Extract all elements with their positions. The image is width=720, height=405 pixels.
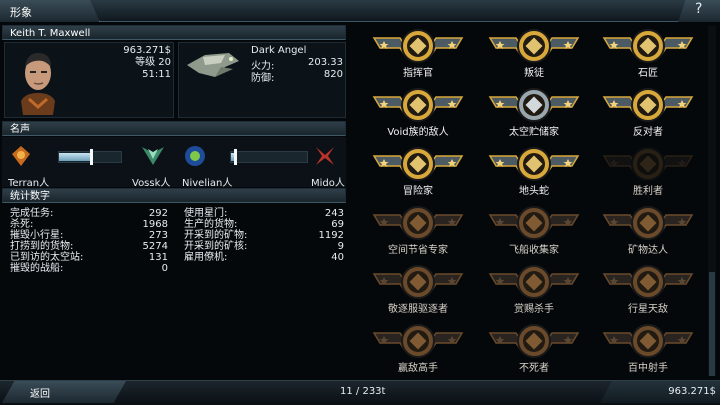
mido-faction-icon	[316, 147, 334, 165]
pilot-panel: 963.271$ 等级 20 51:11	[4, 42, 174, 118]
pilot-credits: 963.271$	[123, 45, 171, 56]
terran-label: Terran人	[8, 178, 50, 189]
pilot-name-header: Keith T. Maxwell	[2, 25, 346, 40]
statistics-panel: 完成任务: 292 杀死: 1968 摧毁小行星: 273 打捞到的货物: 5274 已…	[2, 204, 346, 280]
terran-vossk-reputation-marker	[90, 149, 94, 165]
reputation-panel: Terran人 Vossk人 Nivelian人 Mido人	[2, 137, 346, 189]
mido-label: Mido人	[311, 178, 345, 189]
medal-label: 胜利者	[633, 186, 663, 197]
ship-defense-row: 防御: 820	[251, 69, 343, 84]
ship-name: Dark Angel	[251, 45, 307, 56]
ship-icon	[187, 53, 239, 77]
medal-label: 不死者	[519, 363, 549, 374]
pilot-playtime: 51:11	[142, 69, 171, 80]
help-icon: ?	[695, 1, 703, 17]
terran-faction-icon	[12, 146, 30, 166]
medal-label: 敬逐服驱逐者	[388, 304, 448, 315]
medal-label: 行星天敌	[628, 304, 668, 315]
medal-label: 赢敌高手	[398, 363, 438, 374]
nivelian-faction-icon	[185, 146, 205, 166]
medal-label: 矿物达人	[628, 245, 668, 256]
nivelian-mido-reputation-bar	[230, 149, 308, 165]
reputation-title: 名声	[10, 124, 30, 135]
medal-label: 空间节省专家	[388, 245, 448, 256]
nivelian-mido-reputation-marker	[233, 149, 237, 165]
tab-profile[interactable]: 形象	[0, 0, 100, 22]
medal-label: 赏赐杀手	[514, 304, 554, 315]
reputation-header: 名声	[2, 121, 346, 136]
terran-vossk-reputation-fill	[59, 153, 92, 161]
medal-label: 地头蛇	[519, 186, 549, 197]
back-button[interactable]: 返回	[2, 381, 126, 403]
medal-label: 指挥官	[403, 68, 433, 79]
stat-row: 雇用僚机: 40	[184, 252, 344, 263]
vossk-faction-icon	[142, 147, 164, 165]
medal-label: 太空贮储家	[509, 127, 559, 138]
medal-label: 反对者	[633, 127, 663, 138]
medal-label: 飞船收集家	[509, 245, 559, 256]
firepower-value: 203.33	[308, 57, 343, 68]
statistics-title: 统计数字	[10, 191, 50, 202]
ship-panel[interactable]: Dark Angel 火力: 203.33 防御: 820	[178, 42, 346, 118]
top-bar	[0, 0, 720, 22]
back-button-label: 返回	[30, 389, 50, 400]
pilot-portrait-icon	[15, 49, 61, 115]
credits-display: 963.271$	[668, 386, 716, 397]
nivelian-label: Nivelian人	[182, 178, 233, 189]
pilot-level: 等级 20	[135, 57, 171, 68]
statistics-header: 统计数字	[2, 188, 346, 203]
medal-label: 百中射手	[628, 363, 668, 374]
medal-label: 叛徒	[524, 68, 544, 79]
pilot-name: Keith T. Maxwell	[10, 28, 91, 39]
stat-row: 摧毁的战船: 0	[10, 263, 168, 274]
medal-label: 石匠	[638, 68, 658, 79]
defense-value: 820	[323, 69, 343, 80]
defense-label: 防御:	[251, 73, 275, 84]
terran-vossk-reputation-bar	[58, 149, 122, 165]
tab-profile-label: 形象	[10, 6, 32, 19]
page-indicator: 11 / 233t	[340, 386, 386, 397]
vossk-label: Vossk人	[132, 178, 171, 189]
medal-label: 冒险家	[403, 186, 433, 197]
medal-scrollbar-thumb[interactable]	[709, 272, 715, 376]
medal-label: Void族的敌人	[387, 127, 449, 138]
